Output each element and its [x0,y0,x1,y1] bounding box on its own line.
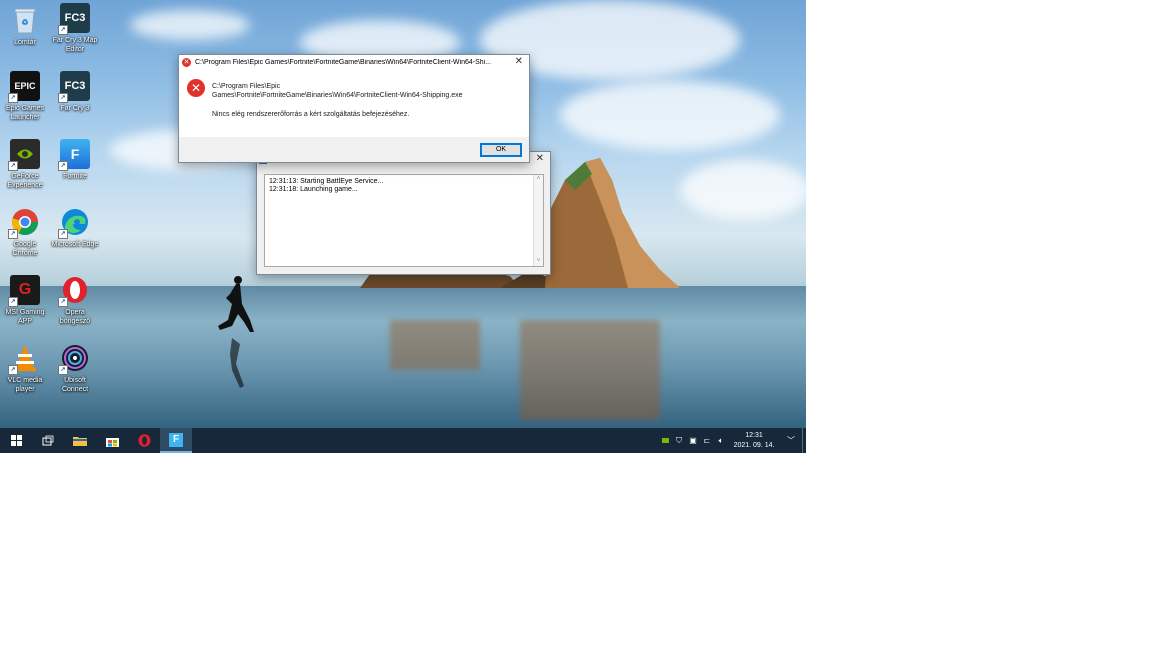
edge-icon: ↗ [58,207,90,239]
far-cry-3-icon: FC3 ↗ [58,71,90,103]
fortnite-icon: F [169,432,183,447]
svg-text:♻: ♻ [21,18,28,27]
opera-icon: ↗ [58,275,90,307]
runner-silhouette [218,276,254,388]
desktop-icon-epic-games[interactable]: EPIC ↗ Epic Games Launcher [1,71,49,122]
security-tray-icon[interactable]: ▣ [686,428,700,453]
chevron-up-icon[interactable]: ˄ [534,175,543,183]
desktop-icon-label: GeForce Experience [7,173,43,189]
error-icon: ✕ [182,58,191,67]
ok-button[interactable]: OK [480,143,522,157]
desktop-icon-label: MSI Gaming APP [5,309,45,325]
error-dialog-button-bar: OK [179,137,529,162]
desktop-icon-opera[interactable]: ↗ Opera böngésző [51,275,99,326]
error-dialog-titlebar[interactable]: ✕ C:\Program Files\Epic Games\Fortnite\F… [179,55,529,70]
cloud [560,80,780,150]
error-path-line: C:\Program Files\Epic [212,83,281,90]
rock-reflection [520,320,660,420]
desktop-icon-label: Ubisoft Connect [61,377,89,393]
store-icon [105,437,119,447]
task-view-button[interactable] [32,428,64,453]
taskbar-fortnite[interactable]: F [160,428,192,453]
network-icon[interactable]: ⊏ [700,428,714,453]
desktop-icon-recycle-bin[interactable]: ♻ Lomtár [1,5,49,47]
desktop-icon-vlc[interactable]: ↗ VLC media player [1,343,49,394]
taskbar-opera[interactable] [128,428,160,453]
desktop-icon-label: Microsoft Edge [51,241,99,248]
clock[interactable]: 12:31 2021. 09. 14. [728,431,780,451]
fortnite-icon: F ↗ [58,139,90,171]
geforce-icon: ↗ [8,139,40,171]
error-dialog-title: C:\Program Files\Epic Games\Fortnite\For… [195,59,492,66]
nvidia-tray-icon[interactable] [658,428,672,453]
start-button[interactable] [0,428,32,453]
show-desktop-button[interactable] [802,428,806,453]
chevron-down-icon[interactable]: ˅ [534,257,543,265]
log-line: 12:31:18: Launching game... [269,186,358,193]
error-dialog[interactable]: ✕ C:\Program Files\Epic Games\Fortnite\F… [178,54,530,163]
desktop-icon-label: Epic Games Launcher [5,105,45,121]
windows-icon [10,435,22,446]
desktop-icon-label: Fortnite [63,173,87,180]
shield-icon[interactable]: ⛉ [672,428,686,453]
error-dialog-close-button[interactable]: ✕ [515,56,523,67]
launcher-close-button[interactable]: ✕ [536,153,544,164]
error-message: Nincs elég rendszererőforrás a kért szol… [212,111,410,118]
error-icon: ✕ [187,79,205,97]
clock-time: 12:31 [745,431,763,439]
desktop-icon-edge[interactable]: ↗ Microsoft Edge [51,207,99,249]
vlc-icon: ↗ [8,343,40,375]
desktop-icon-chrome[interactable]: ↗ Google Chrome [1,207,49,258]
recycle-bin-icon: ♻ [10,5,40,35]
error-path: C:\Program Files\Epic Games\Fortnite\For… [212,82,463,100]
desktop-icon-fortnite[interactable]: F ↗ Fortnite [51,139,99,181]
notifications-icon[interactable]: ﹀ [780,428,802,453]
desktop-icon-label: Far Cry 3 [60,105,90,112]
clock-date: 2021. 09. 14. [733,441,775,449]
taskbar-file-explorer[interactable] [64,428,96,453]
fc3-map-editor-icon: FC3 ↗ [58,3,90,35]
desktop-icon-label: Opera böngésző [59,309,91,325]
chrome-icon: ↗ [8,207,40,239]
desktop-icon-label: Google Chrome [12,241,38,257]
rock-reflection [390,320,480,370]
task-view-icon [42,435,54,446]
folder-icon [73,437,87,446]
epic-games-icon: EPIC ↗ [8,71,40,103]
taskbar-store[interactable] [96,428,128,453]
desktop-icon-fc3-map-editor[interactable]: FC3 ↗ Far Cry 3 Map Editor [51,3,99,54]
desktop-icon-ubisoft[interactable]: ↗ Ubisoft Connect [51,343,99,394]
desktop-icon-far-cry-3[interactable]: FC3 ↗ Far Cry 3 [51,71,99,113]
taskbar: F ⛉ ▣ ⊏ 🔈︎ 12:31 2021. 09. 14. ﹀ [0,428,806,453]
ubisoft-icon: ↗ [58,343,90,375]
opera-icon [138,434,150,447]
cloud [130,10,250,40]
desktop-icon-label: Lomtár [14,39,36,46]
system-tray: ⛉ ▣ ⊏ 🔈︎ 12:31 2021. 09. 14. ﹀ [658,428,806,453]
launcher-window[interactable]: ✕ 12:31:13: Starting BattlEye Service...… [256,151,551,275]
desktop-icon-label: VLC media player [7,377,43,393]
desktop-icon-label: Far Cry 3 Map Editor [52,37,98,53]
log-scrollbar[interactable]: ˄ ˅ [533,175,543,266]
msi-gaming-icon: G ↗ [8,275,40,307]
volume-icon[interactable]: 🔈︎ [714,428,728,453]
error-path-line: Games\Fortnite\FortniteGame\Binaries\Win… [212,92,463,99]
log-line: 12:31:13: Starting BattlEye Service... [269,178,384,185]
desktop-icon-geforce[interactable]: ↗ GeForce Experience [1,139,49,190]
desktop: ♻ Lomtár FC3 ↗ Far Cry 3 Map Editor EPIC ↗… [0,0,806,453]
desktop-icon-msi-gaming[interactable]: G ↗ MSI Gaming APP [1,275,49,326]
log-output[interactable]: 12:31:13: Starting BattlEye Service... 1… [264,174,544,267]
